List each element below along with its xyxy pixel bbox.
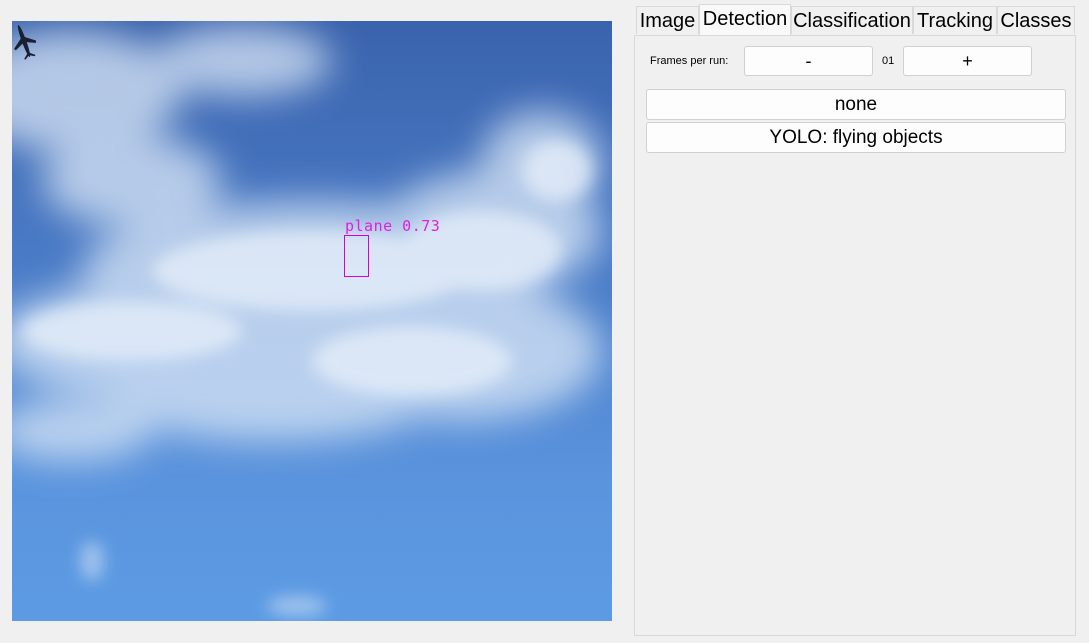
tab-image[interactable]: Image	[636, 6, 699, 34]
model-none-button[interactable]: none	[646, 89, 1066, 120]
model-yolo-flying-objects-button[interactable]: YOLO: flying objects	[646, 122, 1066, 153]
sky-image	[12, 26, 602, 616]
tab-classification[interactable]: Classification	[791, 6, 913, 34]
decrement-button[interactable]: -	[744, 46, 873, 76]
detection-box	[344, 235, 369, 277]
image-viewer: plane 0.73	[12, 21, 612, 621]
tab-classes[interactable]: Classes	[997, 6, 1075, 34]
detection-label: plane 0.73	[345, 217, 441, 235]
frames-per-run-value: 01	[882, 55, 895, 67]
tab-tracking[interactable]: Tracking	[913, 6, 997, 34]
increment-button[interactable]: +	[903, 46, 1032, 76]
airplane-icon	[14, 25, 36, 60]
frames-per-run-label: Frames per run:	[650, 55, 729, 67]
tab-detection[interactable]: Detection	[699, 4, 791, 35]
